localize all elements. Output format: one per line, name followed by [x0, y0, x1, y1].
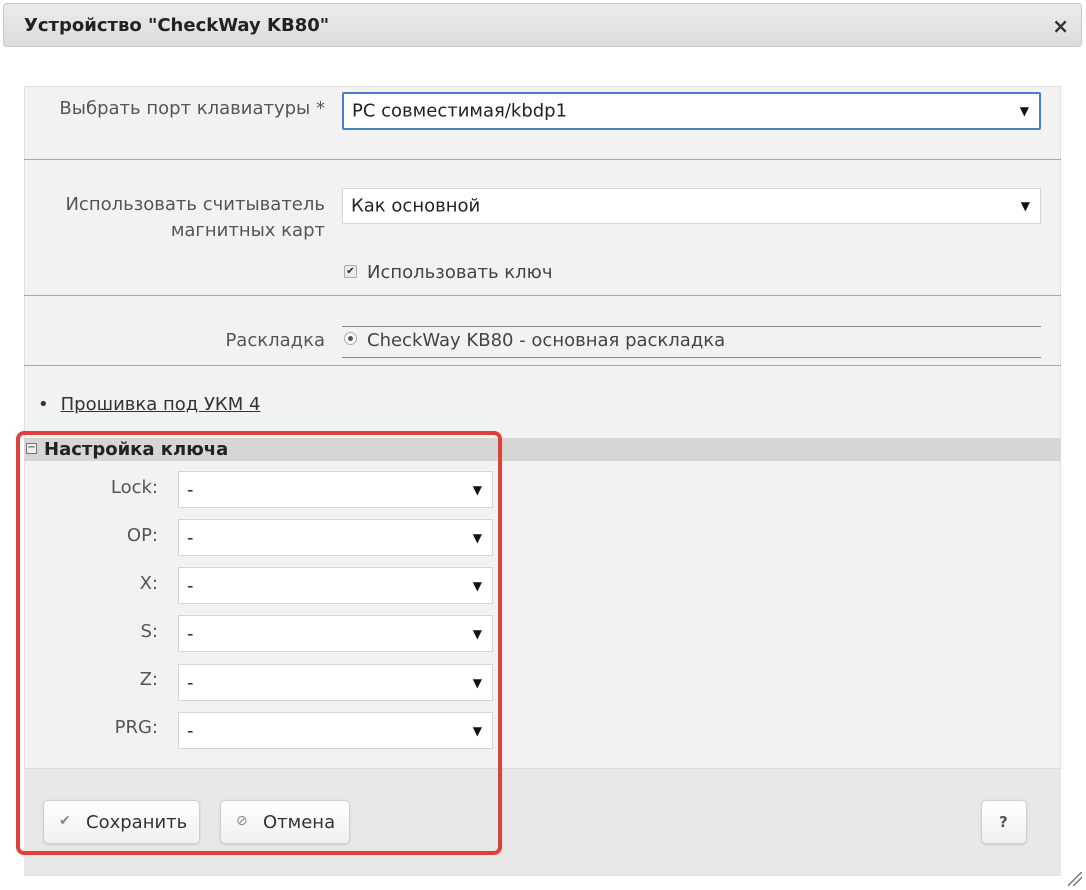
help-button[interactable]: ?	[981, 800, 1027, 844]
x-select[interactable]: - ▼	[178, 567, 493, 604]
chevron-down-icon: ▼	[472, 530, 482, 545]
cancel-label: Отмена	[263, 812, 336, 833]
prg-select[interactable]: - ▼	[178, 712, 493, 749]
close-icon[interactable]: ×	[1052, 14, 1069, 38]
layout-rule-top	[342, 326, 1041, 327]
divider	[24, 159, 1061, 160]
chevron-down-icon: ▼	[472, 626, 482, 641]
use-key-checkbox[interactable]: ✔	[344, 265, 357, 278]
keyboard-port-value: PC совместимая/kbdp1	[352, 100, 568, 122]
z-select[interactable]: - ▼	[178, 664, 493, 701]
z-value: -	[187, 672, 194, 693]
layout-rule-bottom	[342, 357, 1041, 358]
x-value: -	[187, 575, 194, 596]
firmware-list-item: • Прошивка под УКМ 4	[38, 394, 260, 415]
prg-label: PRG:	[114, 717, 158, 738]
key-settings-header[interactable]: − Настройка ключа	[24, 438, 1061, 461]
chevron-down-icon: ▼	[472, 723, 482, 738]
layout-option-label: CheckWay KB80 - основная раскладка	[367, 330, 726, 351]
key-settings-title: Настройка ключа	[44, 439, 229, 460]
chevron-down-icon: ▼	[1019, 104, 1029, 118]
z-label: Z:	[139, 669, 158, 690]
keyboard-port-select[interactable]: PC совместимая/kbdp1 ▼	[342, 92, 1041, 130]
dialog-titlebar: Устройство "CheckWay KB80" ×	[3, 3, 1082, 47]
lock-value: -	[187, 479, 194, 500]
dialog-title: Устройство "CheckWay KB80"	[24, 15, 330, 36]
s-value: -	[187, 623, 194, 644]
lock-select[interactable]: - ▼	[178, 471, 493, 508]
chevron-down-icon: ▼	[472, 675, 482, 690]
cancel-icon: ⊘	[236, 813, 248, 829]
resize-handle-icon[interactable]	[1068, 872, 1082, 886]
op-select[interactable]: - ▼	[178, 519, 493, 556]
chevron-down-icon: ▼	[1020, 199, 1030, 213]
cancel-button[interactable]: ⊘ Отмена	[220, 800, 350, 844]
divider	[24, 365, 1061, 366]
check-icon: ✔	[59, 813, 71, 829]
card-reader-value: Как основной	[351, 195, 481, 217]
keyboard-port-label: Выбрать порт клавиатуры *	[59, 98, 325, 119]
layout-radio[interactable]	[344, 332, 357, 345]
prg-value: -	[187, 720, 194, 741]
use-key-label: Использовать ключ	[367, 262, 553, 283]
lock-label: Lock:	[110, 477, 158, 498]
check-icon: ✔	[346, 266, 355, 277]
save-label: Сохранить	[86, 812, 188, 833]
layout-label: Раскладка	[225, 330, 325, 351]
chevron-down-icon: ▼	[472, 482, 482, 497]
op-label: OP:	[126, 525, 158, 546]
collapse-icon[interactable]: −	[26, 443, 37, 454]
save-button[interactable]: ✔ Сохранить	[43, 800, 200, 844]
x-label: X:	[139, 573, 158, 594]
s-select[interactable]: - ▼	[178, 615, 493, 652]
card-reader-label: Использовать считыватель магнитных карт	[65, 194, 325, 241]
divider	[24, 295, 1061, 296]
s-label: S:	[140, 621, 159, 642]
chevron-down-icon: ▼	[472, 578, 482, 593]
card-reader-select[interactable]: Как основной ▼	[342, 188, 1041, 224]
bullet: •	[38, 394, 49, 415]
firmware-link[interactable]: Прошивка под УКМ 4	[61, 394, 261, 415]
op-value: -	[187, 527, 194, 548]
help-label: ?	[999, 813, 1008, 831]
